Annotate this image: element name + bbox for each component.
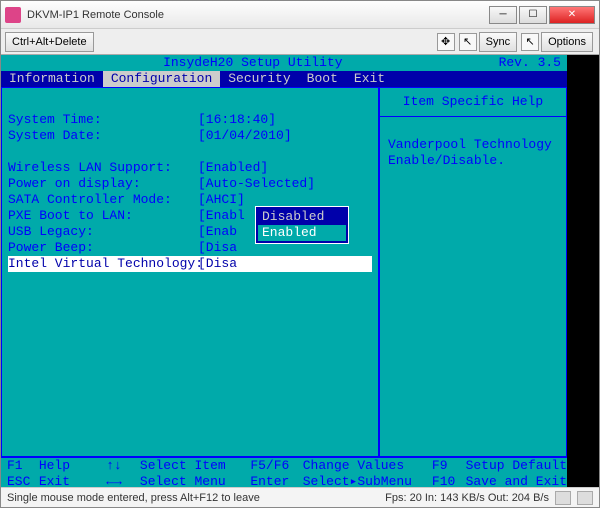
row-value: [AHCI]	[198, 192, 245, 208]
footer-k1: F1	[1, 458, 39, 474]
row-label	[8, 144, 198, 160]
ctrl-alt-delete-button[interactable]: Ctrl+Alt+Delete	[5, 32, 94, 52]
bios-screen: InsydeH20 Setup Utility Rev. 3.5 Informa…	[1, 55, 567, 487]
footer-d1: Help	[39, 458, 106, 474]
footer-d4: Setup Default	[466, 458, 567, 474]
statusbar: Single mouse mode entered, press Alt+F12…	[1, 487, 599, 507]
row-label: System Date:	[8, 128, 198, 144]
maximize-button[interactable]: ☐	[519, 6, 547, 24]
bios-row[interactable]: System Date:[01/04/2010]	[8, 128, 372, 144]
value-popup[interactable]: DisabledEnabled	[255, 206, 349, 244]
bios-rev: Rev. 3.5	[499, 55, 561, 71]
bios-footer: F1Help↑↓Select ItemF5/F6Change ValuesF9S…	[1, 457, 567, 487]
menu-security[interactable]: Security	[220, 71, 298, 87]
row-value: [16:18:40]	[198, 112, 276, 128]
footer-k4: F9	[432, 458, 466, 474]
row-label	[8, 96, 198, 112]
monitor-icon[interactable]	[555, 491, 571, 505]
footer-d3: Change Values	[303, 458, 432, 474]
help-title: Item Specific Help	[380, 88, 566, 117]
row-value: [Disa	[198, 256, 237, 272]
bios-menubar[interactable]: InformationConfigurationSecurityBootExit	[1, 71, 567, 87]
sync-button[interactable]: Sync	[479, 32, 517, 52]
row-label: Power Beep:	[8, 240, 198, 256]
footer-a1: ↑↓	[106, 458, 140, 474]
footer-k2: Select Item	[140, 458, 250, 474]
footer-k3: Enter	[250, 474, 302, 487]
bios-row[interactable]	[8, 144, 372, 160]
row-label: Intel Virtual Technology:	[8, 256, 198, 272]
row-value: [Enabled]	[198, 160, 268, 176]
status-left: Single mouse mode entered, press Alt+F12…	[7, 492, 260, 504]
popup-option[interactable]: Enabled	[258, 225, 346, 241]
row-label: Power on display:	[8, 176, 198, 192]
bios-help-pane: Item Specific Help Vanderpool Technology…	[379, 87, 567, 457]
bios-left-pane[interactable]: System Time:[16:18:40]System Date:[01/04…	[1, 87, 379, 457]
bios-title: InsydeH20 Setup Utility	[7, 55, 499, 71]
footer-k2: Select Menu	[140, 474, 250, 487]
app-window: DKVM-IP1 Remote Console ─ ☐ ✕ Ctrl+Alt+D…	[0, 0, 600, 508]
window-title: DKVM-IP1 Remote Console	[27, 9, 489, 21]
footer-d4: Save and Exit	[466, 474, 567, 487]
help-body: Vanderpool Technology Enable/Disable.	[380, 117, 566, 189]
row-value: [Auto-Selected]	[198, 176, 315, 192]
row-label: Wireless LAN Support:	[8, 160, 198, 176]
row-label: SATA Controller Mode:	[8, 192, 198, 208]
app-icon	[5, 7, 21, 23]
footer-d3: Select▸SubMenu	[303, 474, 432, 487]
row-label: PXE Boot to LAN:	[8, 208, 198, 224]
titlebar[interactable]: DKVM-IP1 Remote Console ─ ☐ ✕	[1, 1, 599, 29]
status-right: Fps: 20 In: 143 KB/s Out: 204 B/s	[385, 492, 549, 504]
footer-d1: Exit	[39, 474, 106, 487]
cursor-icon[interactable]: ↖	[459, 33, 477, 51]
menu-information[interactable]: Information	[1, 71, 103, 87]
close-button[interactable]: ✕	[549, 6, 595, 24]
bios-row[interactable]: System Time:[16:18:40]	[8, 112, 372, 128]
keyboard-icon[interactable]	[577, 491, 593, 505]
footer-k1: ESC	[1, 474, 39, 487]
popup-option[interactable]: Disabled	[258, 209, 346, 225]
row-value: [Enab	[198, 224, 237, 240]
remote-console[interactable]: InsydeH20 Setup Utility Rev. 3.5 Informa…	[1, 55, 599, 487]
menu-exit[interactable]: Exit	[346, 71, 393, 87]
bios-row[interactable]	[8, 96, 372, 112]
row-label: USB Legacy:	[8, 224, 198, 240]
cursor2-icon[interactable]: ↖	[521, 33, 539, 51]
bios-header: InsydeH20 Setup Utility Rev. 3.5	[1, 55, 567, 71]
row-value: [Enabl	[198, 208, 245, 224]
row-value: [Disa	[198, 240, 237, 256]
minimize-button[interactable]: ─	[489, 6, 517, 24]
footer-k3: F5/F6	[250, 458, 302, 474]
menu-configuration[interactable]: Configuration	[103, 71, 220, 87]
row-value: [01/04/2010]	[198, 128, 292, 144]
options-button[interactable]: Options	[541, 32, 593, 52]
footer-k4: F10	[432, 474, 466, 487]
bios-row[interactable]: Wireless LAN Support:[Enabled]	[8, 160, 372, 176]
move-icon[interactable]: ✥	[437, 33, 455, 51]
bios-row[interactable]: Power on display:[Auto-Selected]	[8, 176, 372, 192]
menu-boot[interactable]: Boot	[299, 71, 346, 87]
bios-row[interactable]: Intel Virtual Technology:[Disa	[8, 256, 372, 272]
toolbar: Ctrl+Alt+Delete ✥ ↖ Sync ↖ Options	[1, 29, 599, 55]
footer-a1: ←→	[106, 474, 140, 487]
row-label: System Time:	[8, 112, 198, 128]
